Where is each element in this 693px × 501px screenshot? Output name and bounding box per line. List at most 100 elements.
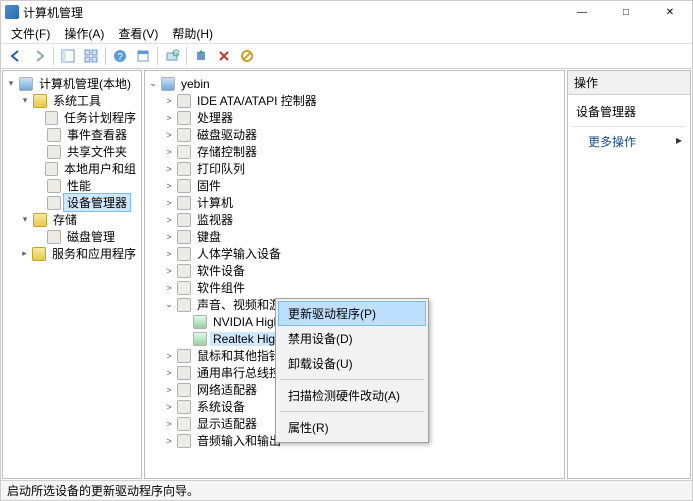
tree-item[interactable]: ▾系统工具 xyxy=(5,92,139,109)
expander-icon[interactable]: > xyxy=(163,350,175,362)
device-icon xyxy=(177,264,191,278)
expander-icon[interactable]: > xyxy=(163,214,175,226)
expander-icon[interactable]: > xyxy=(163,197,175,209)
view-icons-button[interactable] xyxy=(80,45,102,67)
device-item[interactable]: >打印队列 xyxy=(147,160,562,177)
tree-item[interactable]: 共享文件夹 xyxy=(5,143,139,160)
menu-view[interactable]: 查看(V) xyxy=(112,23,164,44)
window-title: 计算机管理 xyxy=(23,4,83,21)
expander-icon[interactable]: ⌄ xyxy=(147,78,159,90)
expander-icon[interactable]: > xyxy=(163,112,175,124)
device-item[interactable]: >监视器 xyxy=(147,211,562,228)
device-tree[interactable]: ⌄yebin > IDE ATA/ATAPI 控制器 > 处理器>磁盘驱动器>存储控制器… xyxy=(144,70,565,479)
device-item[interactable]: >固件 xyxy=(147,177,562,194)
forward-button[interactable] xyxy=(28,45,50,67)
tree-label: 设备管理器 xyxy=(64,194,130,211)
ctx-disable[interactable]: 禁用设备(D) xyxy=(278,326,426,351)
left-nav-tree[interactable]: ▾ 计算机管理(本地)▾系统工具任务计划程序事件查看器共享文件夹本地用户和组性能设… xyxy=(2,70,142,479)
ctx-update-driver[interactable]: 更新驱动程序(P) xyxy=(278,301,426,326)
more-actions-link[interactable]: 更多操作 ▸ xyxy=(572,131,686,152)
device-item[interactable]: > 软件组件 xyxy=(147,279,562,296)
device-label: 键盘 xyxy=(194,228,224,245)
device-item[interactable]: >软件设备 xyxy=(147,262,562,279)
tree-item[interactable]: ▾ 计算机管理(本地) xyxy=(5,75,139,92)
expander-icon[interactable]: ▸ xyxy=(19,248,31,260)
context-menu: 更新驱动程序(P) 禁用设备(D) 卸载设备(U) 扫描检测硬件改动(A) 属性… xyxy=(275,298,429,443)
expander-icon[interactable]: > xyxy=(163,418,175,430)
device-item[interactable]: ⌄yebin xyxy=(147,75,562,92)
device-label: 软件组件 xyxy=(194,279,248,296)
device-icon xyxy=(177,349,191,363)
show-hide-tree-button[interactable] xyxy=(57,45,79,67)
expander-icon[interactable]: > xyxy=(163,384,175,396)
expander-icon[interactable]: ⌄ xyxy=(163,299,175,311)
tree-item[interactable]: 事件查看器 xyxy=(5,126,139,143)
device-icon xyxy=(177,417,191,431)
tree-item[interactable]: 本地用户和组 xyxy=(5,160,139,177)
tree-item[interactable]: ▾存储 xyxy=(5,211,139,228)
expander-icon[interactable]: > xyxy=(163,95,175,107)
expander-icon[interactable]: > xyxy=(163,180,175,192)
minimize-button[interactable]: — xyxy=(560,1,604,23)
ctx-properties[interactable]: 属性(R) xyxy=(278,415,426,440)
expander-icon[interactable]: > xyxy=(163,146,175,158)
expander-icon[interactable]: > xyxy=(163,401,175,413)
tree-label: 性能 xyxy=(64,177,94,194)
tree-item[interactable]: 设备管理器 xyxy=(5,194,139,211)
help-button[interactable]: ? xyxy=(109,45,131,67)
expander-icon[interactable]: ▾ xyxy=(19,214,31,226)
device-label: 处理器 xyxy=(194,109,236,126)
device-item[interactable]: > 处理器 xyxy=(147,109,562,126)
tree-item[interactable]: 磁盘管理 xyxy=(5,228,139,245)
expander-icon[interactable]: > xyxy=(163,282,175,294)
expander-icon[interactable]: > xyxy=(163,248,175,260)
ctx-uninstall[interactable]: 卸载设备(U) xyxy=(278,351,426,376)
scan-hardware-button[interactable] xyxy=(161,45,183,67)
device-icon xyxy=(177,145,191,159)
tree-label: 计算机管理(本地) xyxy=(36,75,134,92)
device-label: IDE ATA/ATAPI 控制器 xyxy=(194,92,320,109)
expander-icon[interactable]: ▾ xyxy=(5,78,17,90)
device-item[interactable]: > IDE ATA/ATAPI 控制器 xyxy=(147,92,562,109)
tree-item[interactable]: 性能 xyxy=(5,177,139,194)
device-item[interactable]: > 键盘 xyxy=(147,228,562,245)
update-driver-button[interactable] xyxy=(190,45,212,67)
separator xyxy=(53,47,54,65)
expander-icon[interactable]: > xyxy=(163,265,175,277)
expander-icon[interactable]: > xyxy=(163,367,175,379)
device-icon xyxy=(177,247,191,261)
properties-button[interactable] xyxy=(132,45,154,67)
tree-item[interactable]: ▸服务和应用程序 xyxy=(5,245,139,262)
tree-item[interactable]: 任务计划程序 xyxy=(5,109,139,126)
ctx-scan[interactable]: 扫描检测硬件改动(A) xyxy=(278,383,426,408)
device-item[interactable]: >计算机 xyxy=(147,194,562,211)
menu-file[interactable]: 文件(F) xyxy=(5,23,56,44)
toolbar: ? xyxy=(1,43,692,69)
device-icon xyxy=(177,400,191,414)
device-item[interactable]: >人体学输入设备 xyxy=(147,245,562,262)
device-icon xyxy=(177,179,191,193)
maximize-button[interactable]: □ xyxy=(604,1,648,23)
folder-icon xyxy=(32,247,46,261)
expander-icon[interactable]: > xyxy=(163,163,175,175)
expander-icon[interactable]: > xyxy=(163,129,175,141)
device-item[interactable]: >存储控制器 xyxy=(147,143,562,160)
expander-icon[interactable]: ▾ xyxy=(19,95,31,107)
main-area: ▾ 计算机管理(本地)▾系统工具任务计划程序事件查看器共享文件夹本地用户和组性能设… xyxy=(1,69,692,480)
expander-icon[interactable]: > xyxy=(163,231,175,243)
menu-help[interactable]: 帮助(H) xyxy=(166,23,219,44)
back-button[interactable] xyxy=(5,45,27,67)
menu-action[interactable]: 操作(A) xyxy=(58,23,110,44)
device-label: 网络适配器 xyxy=(194,381,260,398)
device-icon xyxy=(47,179,61,193)
expander-icon[interactable]: > xyxy=(163,435,175,447)
device-item[interactable]: >磁盘驱动器 xyxy=(147,126,562,143)
separator xyxy=(157,47,158,65)
device-icon xyxy=(45,162,58,176)
device-icon xyxy=(47,145,61,159)
close-button[interactable]: ✕ xyxy=(648,1,692,23)
uninstall-button[interactable] xyxy=(213,45,235,67)
status-text: 启动所选设备的更新驱动程序向导。 xyxy=(7,482,199,499)
disable-button[interactable] xyxy=(236,45,258,67)
device-icon xyxy=(177,281,191,295)
